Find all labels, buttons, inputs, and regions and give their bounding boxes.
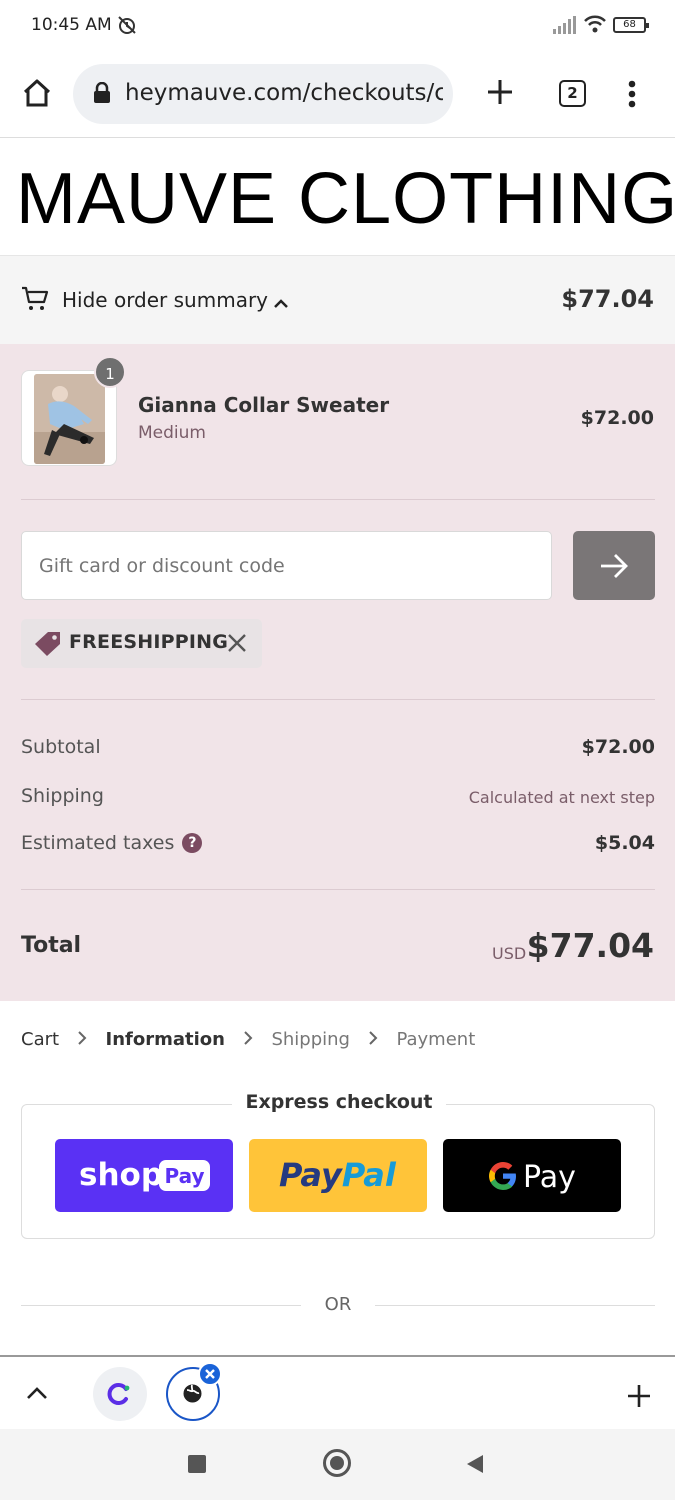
system-nav-bar [0,1429,675,1500]
add-tab-icon[interactable] [626,1383,652,1413]
apply-discount-button[interactable] [573,531,655,600]
app-shortcut-icon[interactable] [93,1367,147,1421]
breadcrumb-shipping: Shipping [271,1028,350,1050]
subtotal-label: Subtotal [21,736,101,758]
currency-code: USD [492,944,527,963]
home-button-icon[interactable] [323,1449,351,1477]
close-tab-icon[interactable] [198,1362,222,1386]
alarm-off-icon [116,14,138,40]
wifi-icon [583,14,607,38]
chevron-right-icon [244,1029,253,1050]
discount-code-input[interactable] [21,531,552,600]
svg-text:PayPal: PayPal [279,1156,397,1194]
browser-toolbar: heymauve.com/checkouts/c/ 2 [0,52,675,138]
shipping-row: Shipping Calculated at next step [21,785,655,807]
paypal-logo: PayPal [279,1156,397,1194]
status-bar: 10:45 AM 68 [0,0,675,52]
store-logo[interactable]: MAUVE CLOTHING [16,158,675,240]
taxes-row: Estimated taxes? $5.04 [21,832,655,854]
total-label: Total [21,933,82,958]
summary-total: $77.04 [561,285,654,313]
divider [21,499,655,500]
or-divider: OR [21,1293,655,1319]
shop-pay-badge: Pay [164,1164,204,1188]
divider [21,889,655,890]
cart-icon [21,286,49,316]
google-pay-word: Pay [523,1160,576,1195]
taxes-label: Estimated taxes [21,832,175,854]
shop-pay-logo: shop Pay [79,1157,210,1193]
home-icon[interactable] [22,78,52,112]
shipping-label: Shipping [21,785,104,807]
address-bar[interactable]: heymauve.com/checkouts/c/ [73,64,453,124]
applied-discount-chip: FREESHIPPING [21,619,262,668]
product-image [34,374,105,464]
chevron-right-icon [78,1029,87,1050]
status-time: 10:45 AM [31,15,112,35]
url-text: heymauve.com/checkouts/c/ [125,80,443,106]
chevron-right-icon [369,1029,378,1050]
new-tab-icon[interactable] [486,78,514,110]
product-price: $72.00 [580,407,654,429]
google-g-icon [489,1162,516,1190]
product-thumbnail: 1 [21,356,126,466]
paypal-pal: Pal [342,1156,397,1194]
hide-order-summary-label: Hide order summary [62,288,269,312]
tag-icon [34,631,62,661]
back-icon[interactable] [465,1453,485,1479]
help-icon[interactable]: ? [182,833,203,853]
discount-code-label: FREESHIPPING [69,631,229,653]
subtotal-row: Subtotal $72.00 [21,736,655,758]
quantity-badge: 1 [94,356,126,388]
chevron-up-icon[interactable] [26,1385,48,1404]
chevron-up-icon [273,294,289,313]
breadcrumb: Cart Information Shipping Payment [21,1028,475,1050]
breadcrumb-payment: Payment [396,1028,476,1050]
shop-pay-button[interactable]: shop Pay [55,1139,233,1212]
breadcrumb-information: Information [105,1028,225,1050]
recents-icon[interactable] [188,1455,206,1473]
grand-total: $77.04 [526,926,654,965]
subtotal-value: $72.00 [581,736,655,758]
paypal-pay: Pay [279,1156,343,1194]
product-name: Gianna Collar Sweater [138,393,390,417]
shipping-value: Calculated at next step [468,788,655,807]
shop-pay-word: shop [79,1157,163,1193]
or-label: OR [324,1294,352,1315]
store-header: MAUVE CLOTHING [0,138,675,255]
taxes-value: $5.04 [594,832,655,854]
bottom-toolbar [0,1355,675,1429]
product-variant: Medium [138,423,206,443]
google-pay-logo: Pay [489,1160,576,1195]
express-checkout-title: Express checkout [232,1091,446,1113]
order-summary-panel: 1 Gianna Collar Sweater Medium $72.00 FR… [0,344,675,1001]
signal-icon [553,16,577,38]
tab-switcher-button[interactable]: 2 [559,80,586,107]
express-checkout: Express checkout shop Pay PayPal Pay [21,1091,655,1239]
lock-icon [93,81,111,108]
more-menu-icon[interactable] [628,80,636,112]
paypal-button[interactable]: PayPal [249,1139,427,1212]
remove-discount-icon[interactable] [227,633,247,657]
google-pay-button[interactable]: Pay [443,1139,621,1212]
order-summary-toggle[interactable]: Hide order summary $77.04 [0,255,675,344]
divider [21,699,655,700]
arrow-right-icon [601,554,628,578]
breadcrumb-cart[interactable]: Cart [21,1029,59,1050]
battery-icon: 68 [613,17,649,33]
